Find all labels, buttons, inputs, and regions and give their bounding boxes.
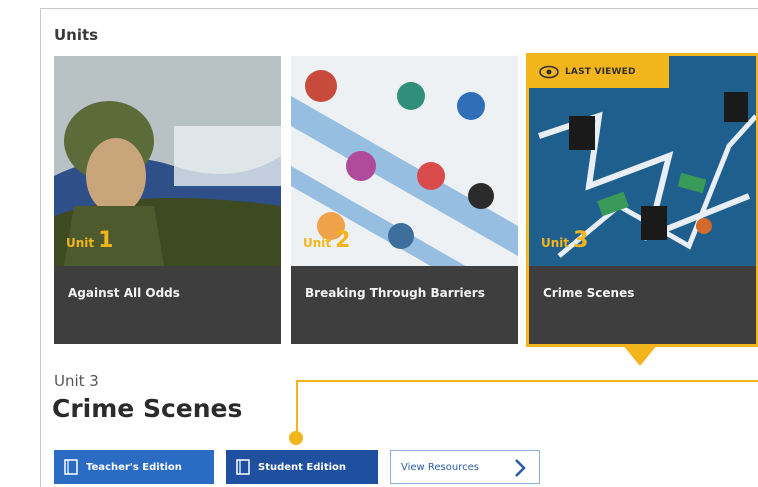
unit-2-title: Breaking Through Barriers	[305, 286, 485, 300]
unit-1-tag: Unit 1	[66, 228, 114, 253]
frame-border-left	[40, 8, 41, 487]
callout-dot	[289, 431, 303, 445]
selected-unit-label: Unit 3	[54, 372, 99, 390]
view-resources-button[interactable]: View Resources	[390, 450, 540, 484]
selected-unit-name: Crime Scenes	[52, 394, 243, 423]
eye-icon	[539, 65, 559, 79]
units-heading: Units	[54, 26, 99, 44]
teachers-edition-label: Teacher's Edition	[86, 461, 182, 473]
unit-3-tag: Unit 3	[541, 228, 589, 253]
book-icon	[64, 459, 78, 475]
last-viewed-label: LAST VIEWED	[565, 67, 636, 77]
callout-line-vertical	[296, 380, 298, 436]
view-resources-label: View Resources	[401, 461, 479, 473]
unit-card-1[interactable]: Unit 1 Against All Odds	[54, 56, 281, 344]
last-viewed-badge: LAST VIEWED	[529, 56, 669, 88]
unit-card-2[interactable]: Unit 2 Breaking Through Barriers	[291, 56, 518, 344]
selected-card-pointer	[622, 344, 658, 366]
teachers-edition-button[interactable]: Teacher's Edition	[54, 450, 214, 484]
unit-1-title: Against All Odds	[68, 286, 180, 300]
student-edition-label: Student Edition	[258, 461, 347, 473]
unit-3-title: Crime Scenes	[543, 286, 635, 300]
unit-2-tag: Unit 2	[303, 228, 351, 253]
callout-line-horizontal	[296, 380, 758, 382]
frame-border-top	[40, 8, 758, 9]
unit-card-3[interactable]: LAST VIEWED Unit 3 Crime Scenes	[526, 53, 758, 347]
chevron-right-icon	[515, 459, 526, 477]
student-edition-button[interactable]: Student Edition	[226, 450, 378, 484]
book-icon	[236, 459, 250, 475]
